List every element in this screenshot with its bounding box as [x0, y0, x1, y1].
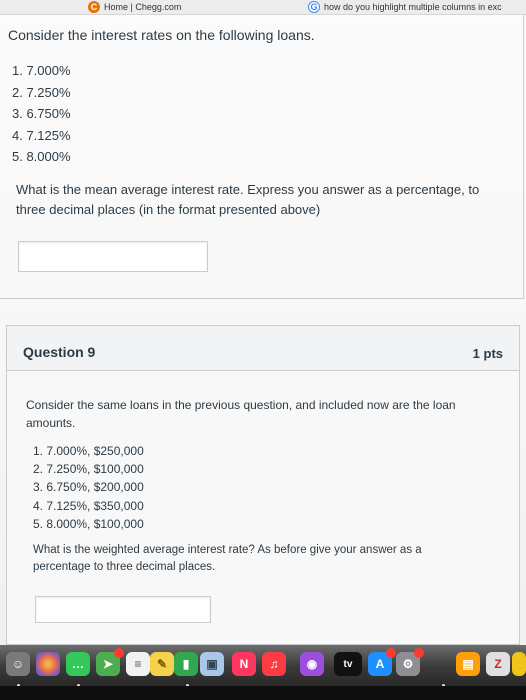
list-item: 4. 7.125%, $350,000: [33, 498, 144, 513]
question-8-prompt: Consider the interest rates on the follo…: [8, 27, 315, 43]
list-item: 5. 8.000%: [12, 149, 71, 164]
news-icon[interactable]: N: [232, 652, 256, 676]
question-8-answer-input[interactable]: [18, 241, 208, 272]
system-preferences-icon[interactable]: ⚙: [396, 648, 424, 676]
notes-icon[interactable]: ✎: [150, 652, 174, 676]
music-icon[interactable]: ♫: [262, 652, 286, 676]
numbers-icon[interactable]: ▮: [174, 652, 198, 676]
list-item: 5. 8.000%, $100,000: [33, 516, 144, 531]
question-9-header: Question 9 1 pts: [7, 326, 519, 371]
zoom-icon[interactable]: Z: [486, 652, 510, 676]
preview-icon[interactable]: ▣: [200, 652, 224, 676]
bookmark-label: Home | Chegg.com: [104, 2, 182, 12]
list-item: 1. 7.000%: [12, 63, 71, 78]
reminders-icon[interactable]: ≡: [126, 652, 150, 676]
list-item: 3. 6.750%: [12, 106, 71, 121]
list-item: 2. 7.250%, $100,000: [33, 462, 144, 477]
google-icon: G: [308, 1, 320, 13]
question-9-loan-list: 1. 7.000%, $250,000 2. 7.250%, $100,000 …: [33, 442, 144, 533]
list-item: 3. 6.750%, $200,000: [33, 480, 144, 495]
question-9-text: What is the weighted average interest ra…: [33, 544, 422, 573]
question-8-text: What is the mean average interest rate. …: [16, 182, 480, 217]
finder-icon[interactable]: ☺: [6, 652, 30, 676]
question-9-title: Question 9: [23, 344, 96, 360]
bookmarks-bar: C Home | Chegg.com G how do you highligh…: [0, 0, 526, 15]
podcasts-icon[interactable]: ◉: [300, 652, 324, 676]
dock-shelf: [0, 686, 526, 700]
list-item: 4. 7.125%: [12, 127, 71, 143]
tv-icon[interactable]: tv: [334, 652, 362, 676]
messages-icon[interactable]: …: [66, 652, 90, 676]
bookmark-label: how do you highlight multiple columns in…: [324, 2, 502, 12]
question-9-card: Question 9 1 pts Consider the same loans…: [6, 325, 520, 645]
app-store-icon[interactable]: A: [368, 648, 396, 676]
bookmark-chegg[interactable]: C Home | Chegg.com: [88, 1, 181, 13]
chrome-icon[interactable]: [512, 652, 526, 676]
question-9-intro: Consider the same loans in the previous …: [26, 398, 456, 430]
chegg-icon: C: [88, 1, 100, 13]
list-item: 2. 7.250%: [12, 84, 71, 100]
bookmark-google-search[interactable]: G how do you highlight multiple columns …: [308, 1, 502, 13]
question-8-card: Consider the interest rates on the follo…: [0, 15, 524, 299]
list-item: 1. 7.000%, $250,000: [33, 444, 144, 458]
question-9-answer-input[interactable]: [35, 596, 211, 623]
question-8-loan-list: 1. 7.000% 2. 7.250% 3. 6.750% 4. 7.125% …: [12, 60, 71, 168]
books-icon[interactable]: ▤: [456, 652, 480, 676]
notification-badge: [386, 648, 396, 658]
maps-icon[interactable]: ➤: [96, 648, 124, 676]
question-9-points: 1 pts: [472, 346, 503, 361]
notification-badge: [114, 648, 124, 658]
photos-icon[interactable]: [36, 652, 60, 676]
notification-badge: [414, 648, 424, 658]
screen: C Home | Chegg.com G how do you highligh…: [0, 0, 526, 700]
